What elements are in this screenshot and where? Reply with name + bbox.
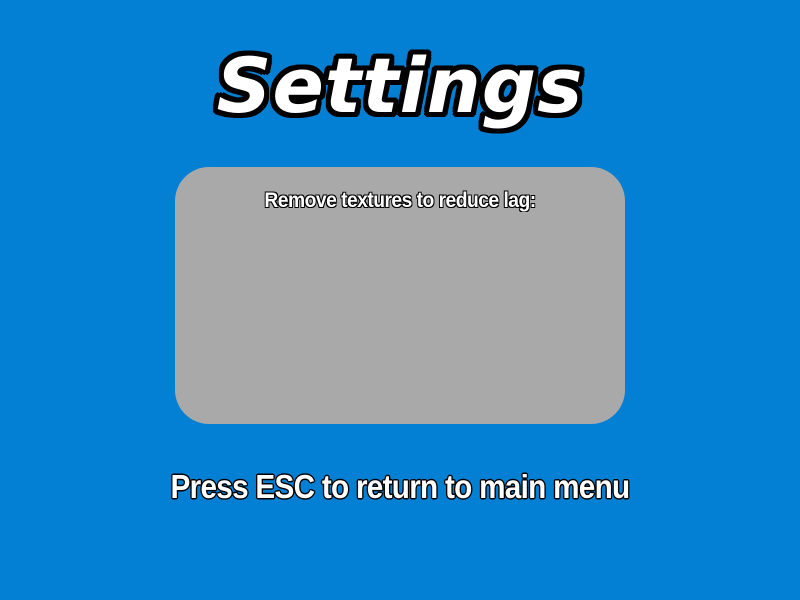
return-hint: Press ESC to return to main menu: [170, 468, 631, 505]
page-title: Settings: [216, 41, 584, 130]
settings-screen: Settings Remove textures to reduce lag: …: [0, 0, 800, 600]
textures-option-label: Remove textures to reduce lag:: [264, 189, 536, 212]
settings-panel: Remove textures to reduce lag:: [175, 167, 625, 424]
